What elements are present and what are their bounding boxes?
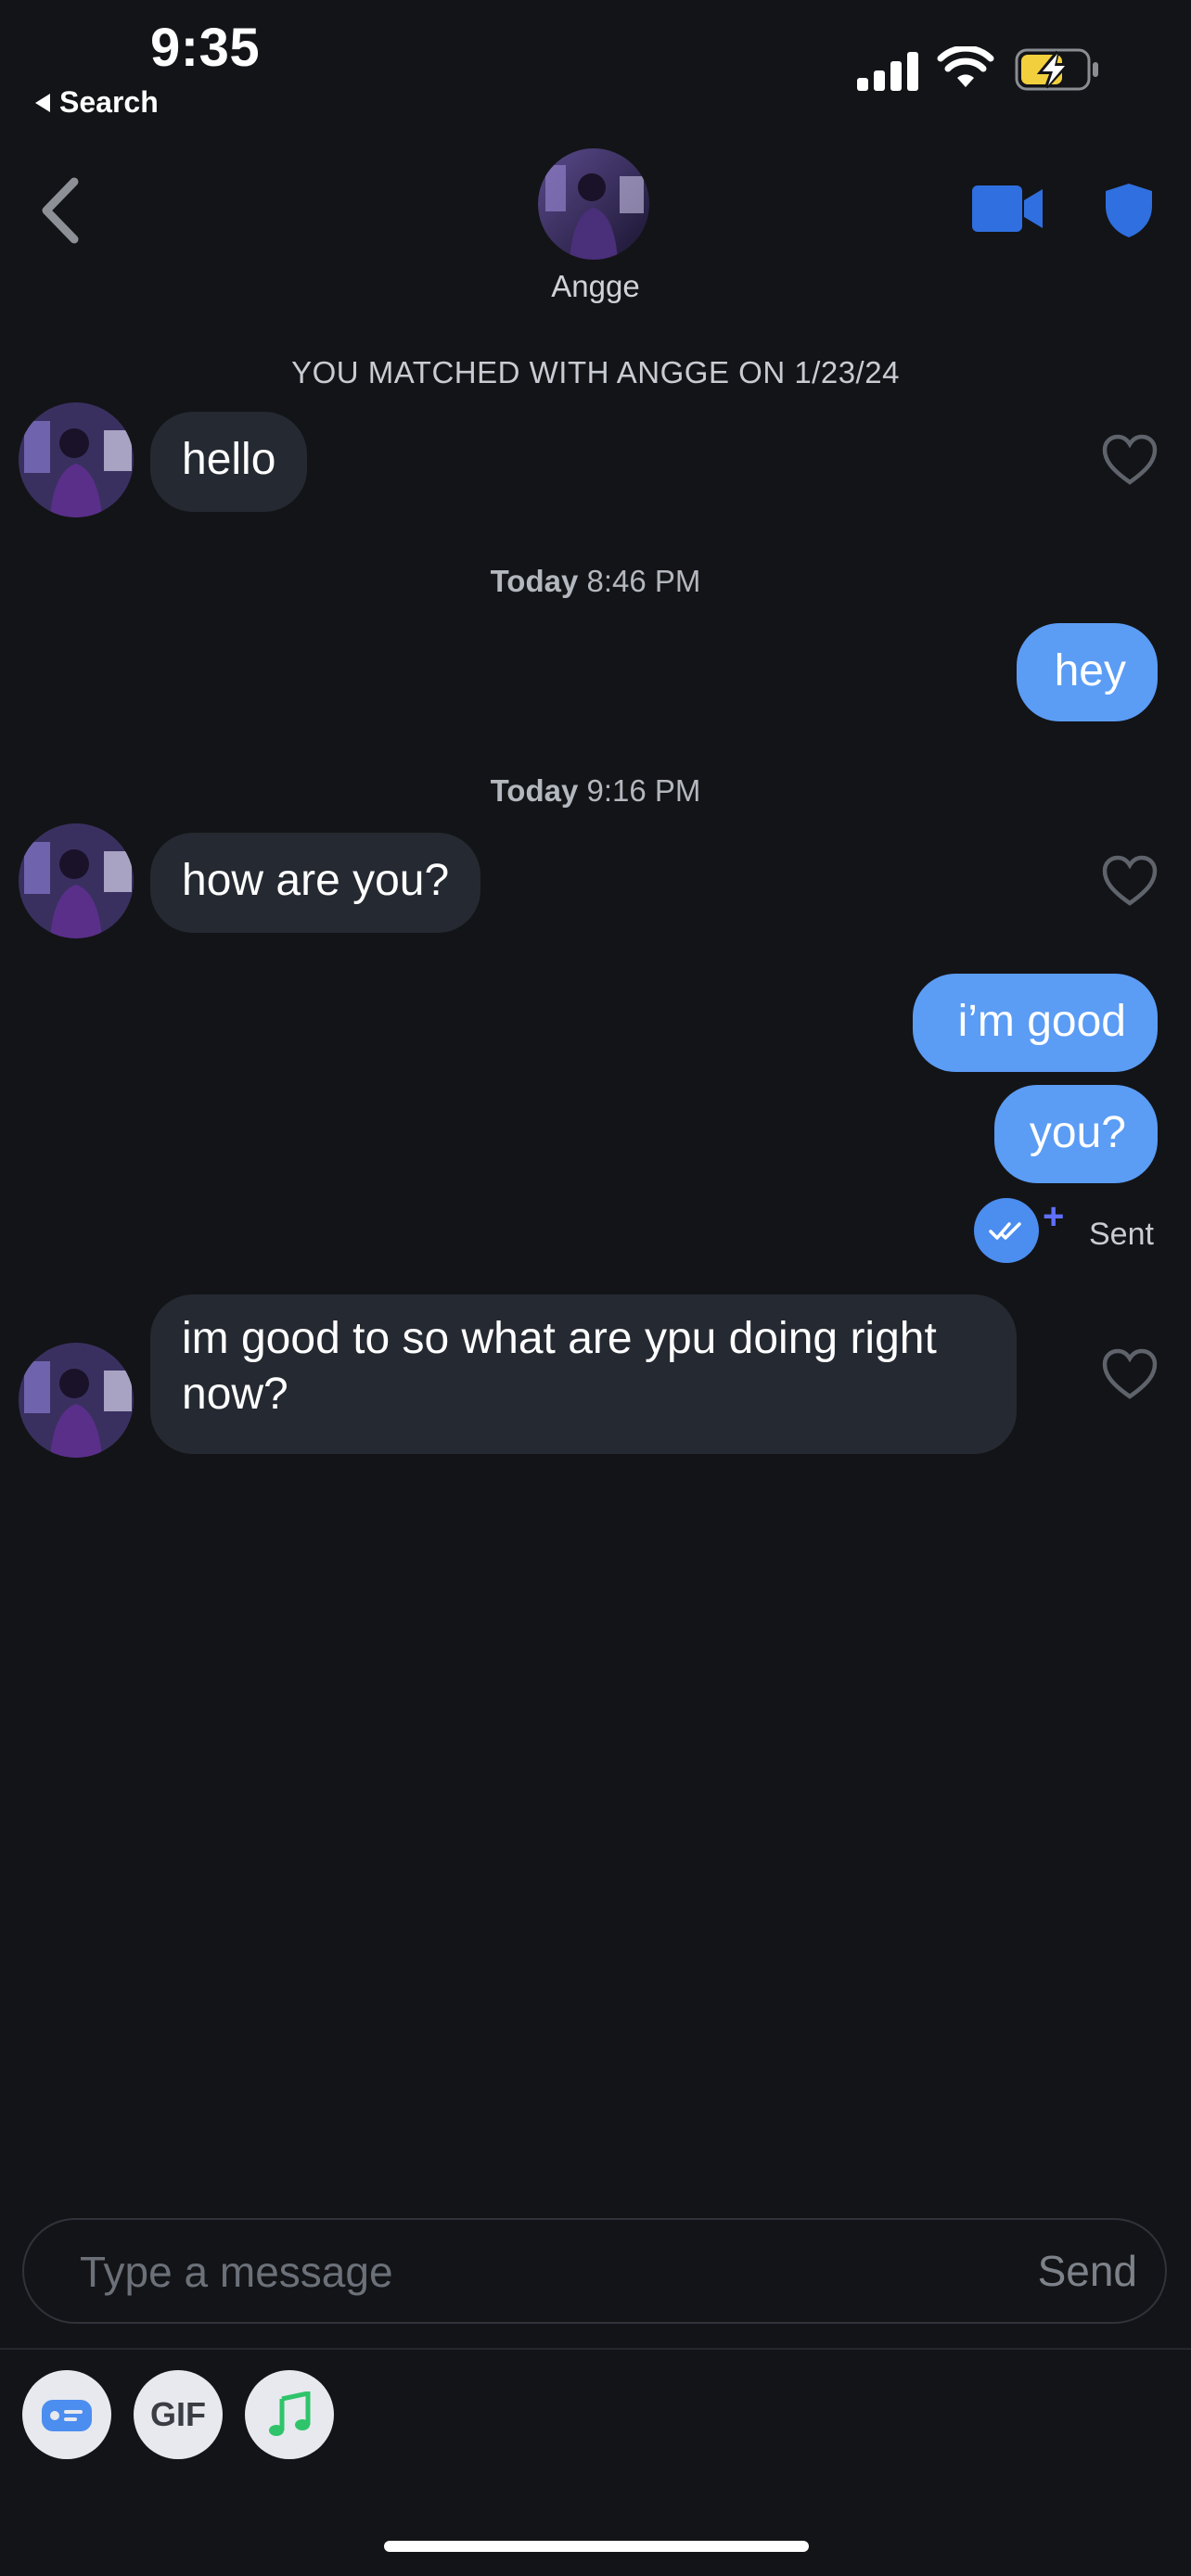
shield-icon[interactable] — [1104, 182, 1154, 239]
message-status: Sent — [1089, 1217, 1154, 1252]
like-heart-icon[interactable] — [1102, 855, 1158, 907]
message-bubble-outgoing[interactable]: hey — [1017, 623, 1158, 721]
message-text: hello — [182, 435, 276, 484]
message-text: i’m good — [957, 997, 1126, 1046]
message-text: hey — [1054, 646, 1126, 695]
timestamp: Today 9:16 PM — [0, 773, 1191, 809]
message-text: im good to so what are ypu doing right n… — [182, 1314, 937, 1419]
timestamp-day: Today — [490, 773, 579, 808]
plus-icon[interactable]: + — [1043, 1196, 1064, 1238]
music-note-icon — [269, 2391, 311, 2436]
timestamp: Today 8:46 PM — [0, 564, 1191, 599]
like-heart-icon[interactable] — [1102, 1348, 1158, 1400]
like-heart-icon[interactable] — [1102, 434, 1158, 486]
double-check-icon — [974, 1198, 1039, 1263]
timestamp-time: 8:46 PM — [586, 564, 701, 598]
match-banner: YOU MATCHED WITH ANGGE ON 1/23/24 — [291, 355, 900, 389]
video-camera-icon[interactable] — [970, 184, 1044, 234]
music-button[interactable] — [245, 2370, 334, 2459]
message-text: how are you? — [182, 856, 450, 905]
message-bubble-incoming[interactable]: im good to so what are ypu doing right n… — [150, 1294, 1017, 1454]
gif-label: GIF — [150, 2395, 206, 2433]
battery-charging-icon — [1015, 48, 1098, 91]
gif-button[interactable]: GIF — [134, 2370, 223, 2459]
message-input[interactable] — [78, 2240, 916, 2303]
message-composer: Send — [22, 2218, 1167, 2324]
sender-avatar[interactable] — [19, 823, 134, 938]
sticker-button[interactable] — [22, 2370, 111, 2459]
message-text: you? — [1029, 1108, 1126, 1157]
timestamp-day: Today — [490, 564, 579, 598]
sender-avatar[interactable] — [19, 402, 134, 517]
home-indicator[interactable] — [384, 2541, 809, 2552]
back-chevron-icon[interactable] — [37, 176, 83, 245]
toolbar-divider — [0, 2348, 1191, 2350]
message-bubble-outgoing[interactable]: i’m good — [913, 974, 1158, 1072]
status-time: 9:35 — [150, 18, 261, 78]
timestamp-time: 9:16 PM — [586, 773, 701, 808]
message-bubble-incoming[interactable]: how are you? — [150, 833, 481, 933]
cellular-signal-icon — [857, 50, 918, 91]
back-triangle-icon — [35, 93, 50, 112]
contact-name[interactable]: Angge — [0, 269, 1191, 304]
contact-avatar[interactable] — [538, 148, 649, 260]
message-bubble-incoming[interactable]: hello — [150, 412, 308, 512]
send-button[interactable]: Send — [1038, 2246, 1137, 2296]
back-to-search-link[interactable]: Search — [35, 85, 159, 120]
wifi-icon — [937, 46, 994, 87]
message-bubble-outgoing[interactable]: you? — [994, 1085, 1158, 1183]
back-app-label: Search — [59, 85, 159, 119]
sender-avatar[interactable] — [19, 1343, 134, 1458]
id-card-icon — [42, 2400, 92, 2431]
